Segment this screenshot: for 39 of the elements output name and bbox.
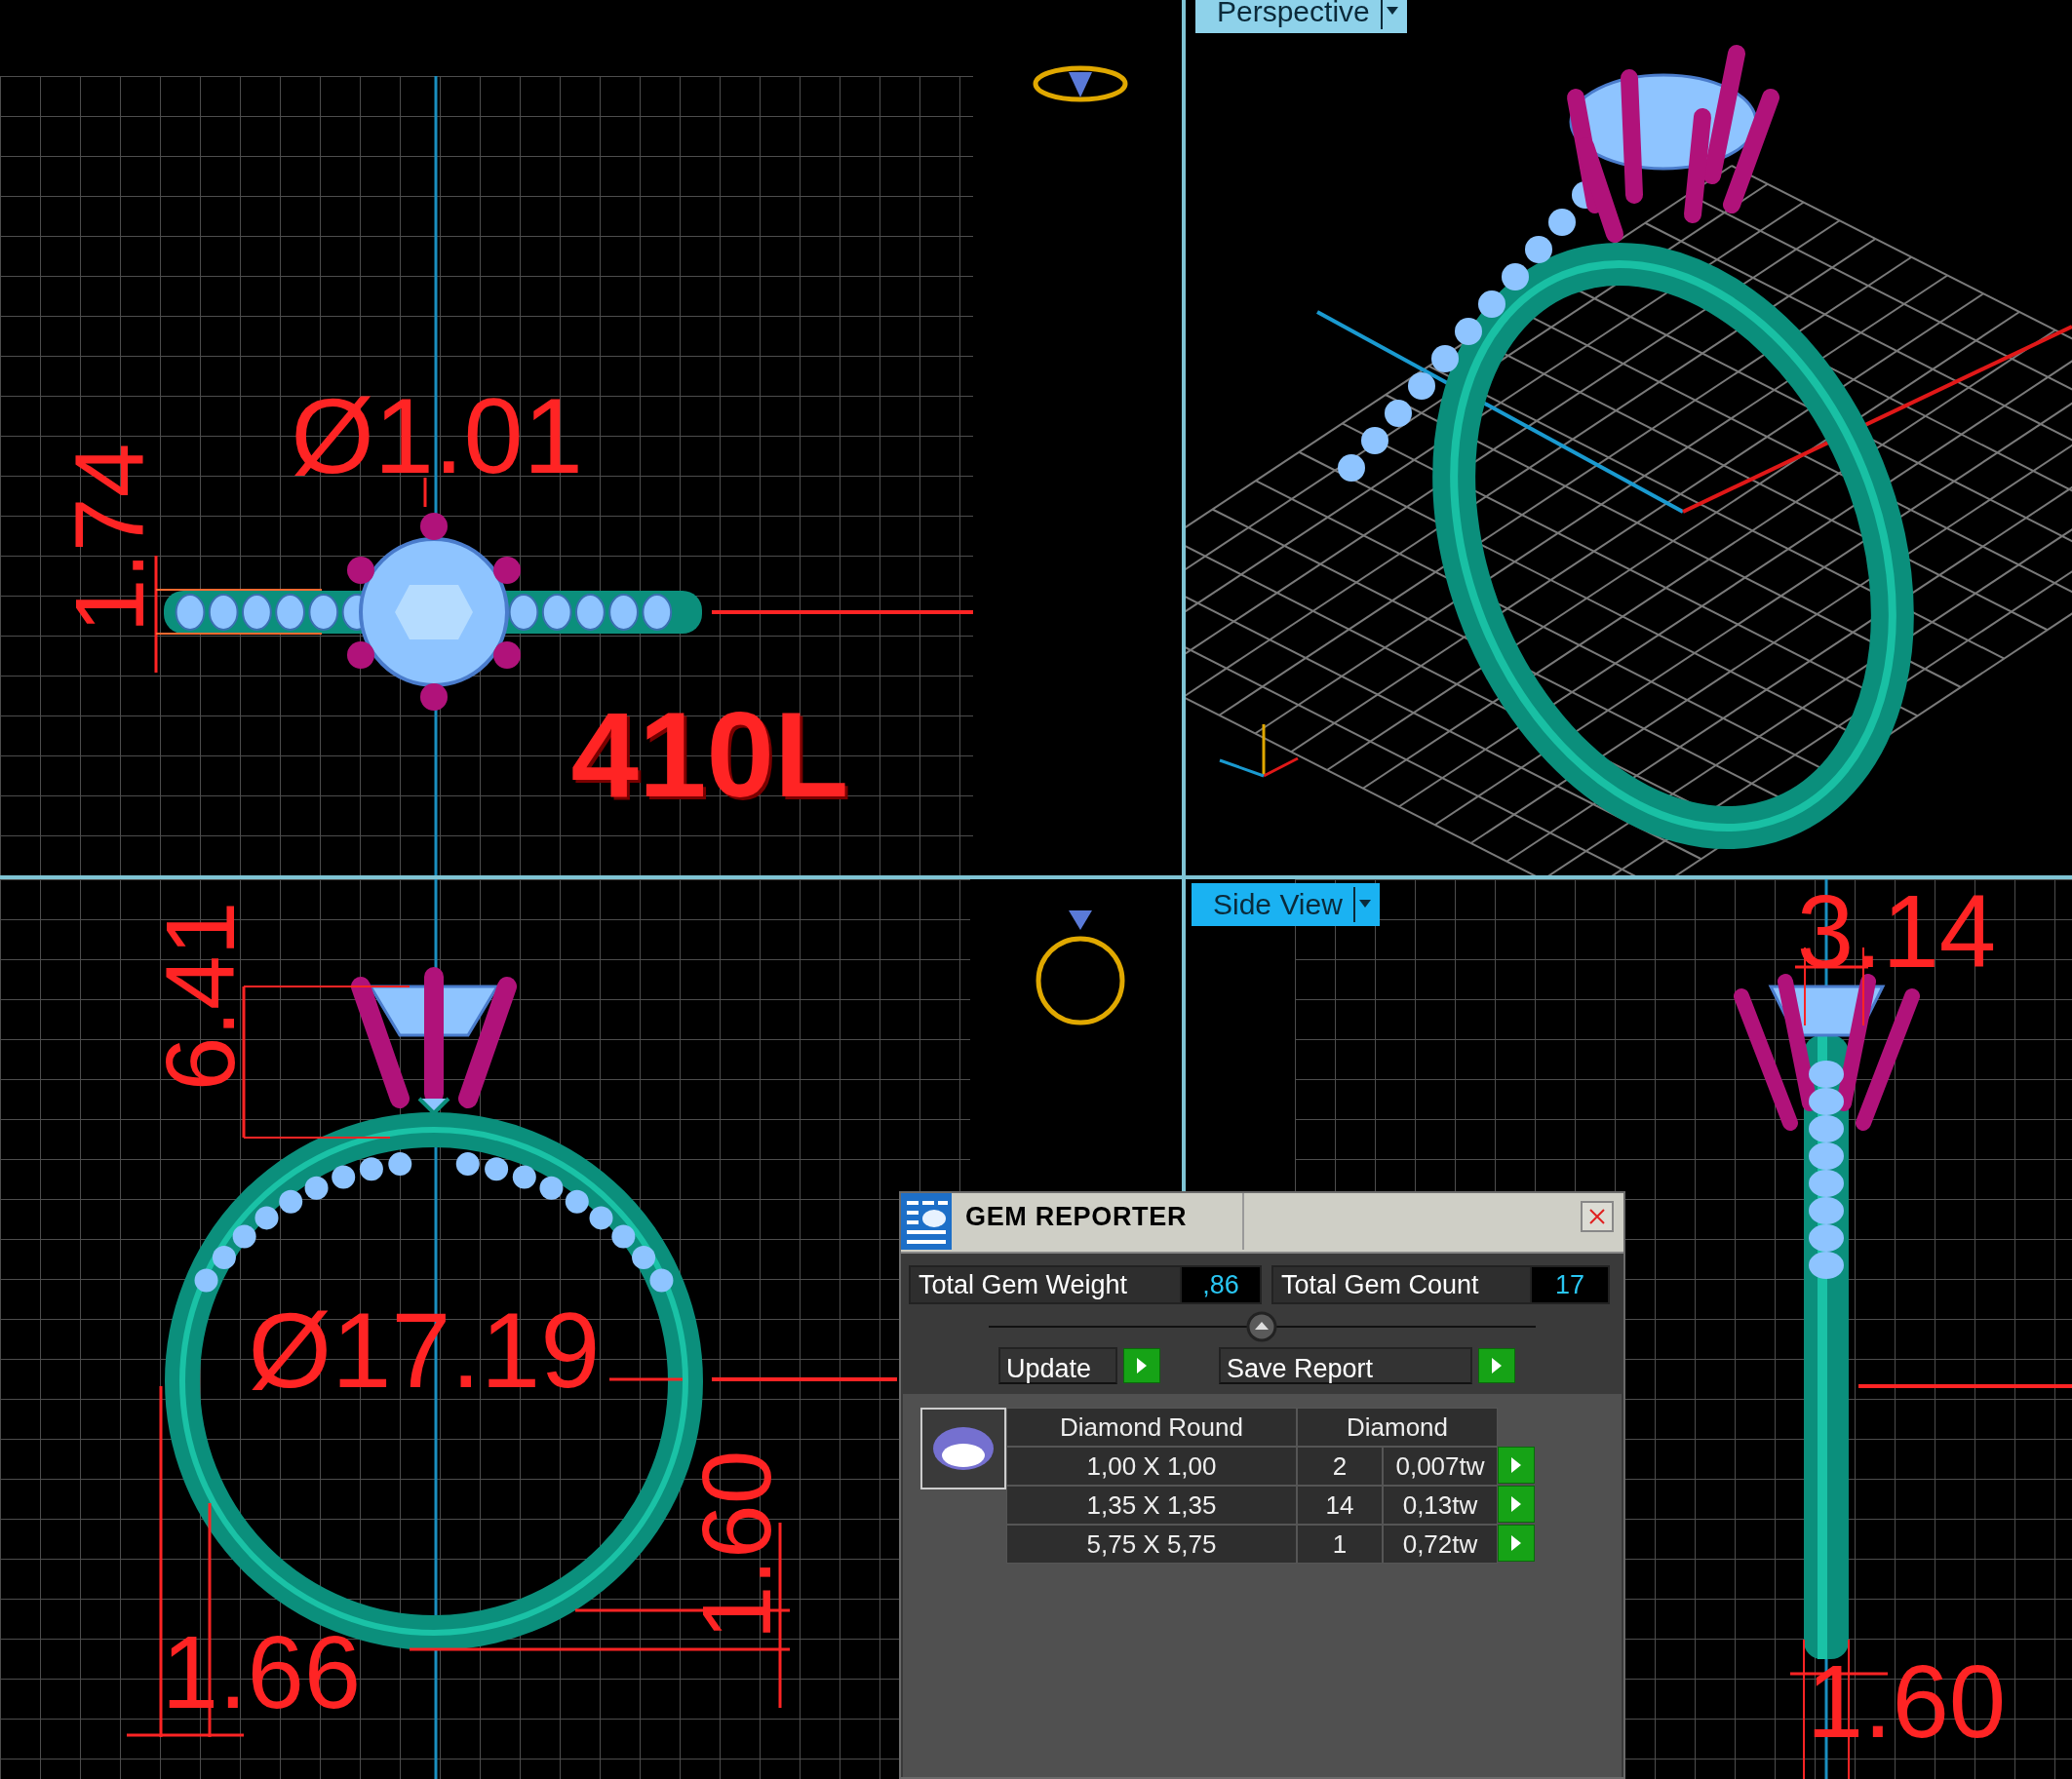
run-button[interactable] [1478, 1348, 1515, 1383]
dimension-label: 410L [570, 692, 849, 815]
action-button[interactable]: Update [998, 1347, 1117, 1384]
play-icon [1510, 1495, 1522, 1513]
table-cell: 0,13tw [1383, 1486, 1498, 1525]
table-cell: 0,007tw [1383, 1447, 1498, 1486]
run-button[interactable] [1123, 1348, 1160, 1383]
play-icon [1491, 1357, 1503, 1374]
close-icon [1588, 1208, 1606, 1225]
gem-icon [931, 1424, 996, 1473]
view-tab[interactable]: Side View [1192, 883, 1380, 926]
row-action-button[interactable] [1498, 1525, 1535, 1562]
row-action-button[interactable] [1498, 1486, 1535, 1523]
table-cell: 1,35 X 1,35 [1006, 1486, 1297, 1525]
table-cell: 5,75 X 5,75 [1006, 1525, 1297, 1564]
table-cell: 2 [1297, 1447, 1383, 1486]
action-button[interactable]: Save Report [1219, 1347, 1472, 1384]
field-value: 17 [1532, 1267, 1608, 1302]
play-icon [1136, 1357, 1148, 1374]
field-value: ,86 [1182, 1267, 1260, 1302]
view-tab[interactable]: Perspective [1195, 0, 1407, 33]
dropdown-caret-icon[interactable] [1379, 0, 1401, 31]
dimension-label: 1.74 [60, 443, 158, 634]
table-cell: 1,00 X 1,00 [1006, 1447, 1297, 1486]
column-header: Diamond [1297, 1408, 1498, 1447]
column-header: Diamond Round [1006, 1408, 1297, 1447]
play-icon [1510, 1534, 1522, 1552]
row-action-button[interactable] [1498, 1447, 1535, 1484]
report-icon [901, 1193, 952, 1250]
table-cell: 0,72tw [1383, 1525, 1498, 1564]
table-cell: 1 [1297, 1525, 1383, 1564]
close-button[interactable] [1581, 1201, 1614, 1232]
play-icon [1510, 1456, 1522, 1474]
window-title: GEM REPORTER [952, 1193, 1244, 1250]
table-cell: 14 [1297, 1486, 1383, 1525]
collapse-handle-icon [1246, 1311, 1277, 1342]
dropdown-caret-icon[interactable] [1351, 885, 1374, 924]
dimension-label: 6.41 [151, 901, 249, 1092]
dimension-label: 1.60 [687, 1450, 785, 1641]
